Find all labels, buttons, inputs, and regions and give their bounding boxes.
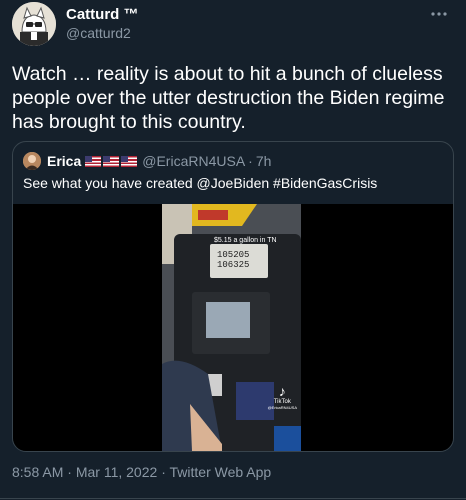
us-flag-icon <box>103 155 120 167</box>
quoted-tweet-text: See what you have created @JoeBiden #Bid… <box>23 175 378 191</box>
pump-display-top: 105205 <box>217 250 250 260</box>
us-flag-icon <box>121 155 138 167</box>
quoted-tweet[interactable]: Erica @EricaRN4USA · 7h See what you hav… <box>12 141 454 452</box>
pump-display-bottom: 106325 <box>217 260 250 270</box>
divider <box>0 498 466 499</box>
tiktok-watermark: ♪ TikTok @EricaRN4USA <box>267 383 297 410</box>
tiktok-icon: ♪ <box>278 383 286 399</box>
quoted-author-avatar[interactable] <box>23 152 41 170</box>
quoted-author-handle[interactable]: @EricaRN4USA <box>142 153 245 169</box>
tweet-text: Watch … reality is about to hit a bunch … <box>12 63 445 133</box>
quoted-tweet-header: Erica @EricaRN4USA · 7h <box>23 152 271 170</box>
quoted-author-name[interactable]: Erica <box>47 153 81 169</box>
author-handle[interactable]: @catturd2 <box>66 25 131 41</box>
quoted-separator: · <box>248 153 253 169</box>
quoted-time[interactable]: 7h <box>256 153 272 169</box>
us-flag-icon <box>85 155 102 167</box>
pump-display: 105205 106325 <box>217 250 249 270</box>
meta-separator: · <box>161 464 166 480</box>
tweet-date[interactable]: Mar 11, 2022 <box>76 464 157 480</box>
author-name-row[interactable]: Catturd ™ <box>66 6 139 24</box>
video-player[interactable]: $5.15 a gallon in TN 105205 106325 ♪ Tik… <box>13 204 453 451</box>
more-horizontal-icon[interactable] <box>430 4 448 22</box>
tweet-time[interactable]: 8:58 AM <box>12 464 63 480</box>
tweet-metadata: 8:58 AM · Mar 11, 2022 · Twitter Web App <box>12 464 271 480</box>
tweet-source[interactable]: Twitter Web App <box>170 464 272 480</box>
author-display-name[interactable]: Catturd ™ <box>66 6 139 23</box>
meta-separator: · <box>67 464 72 480</box>
video-frame[interactable]: $5.15 a gallon in TN 105205 106325 ♪ Tik… <box>162 204 301 451</box>
video-caption: $5.15 a gallon in TN <box>214 237 277 244</box>
author-avatar[interactable] <box>12 2 56 46</box>
